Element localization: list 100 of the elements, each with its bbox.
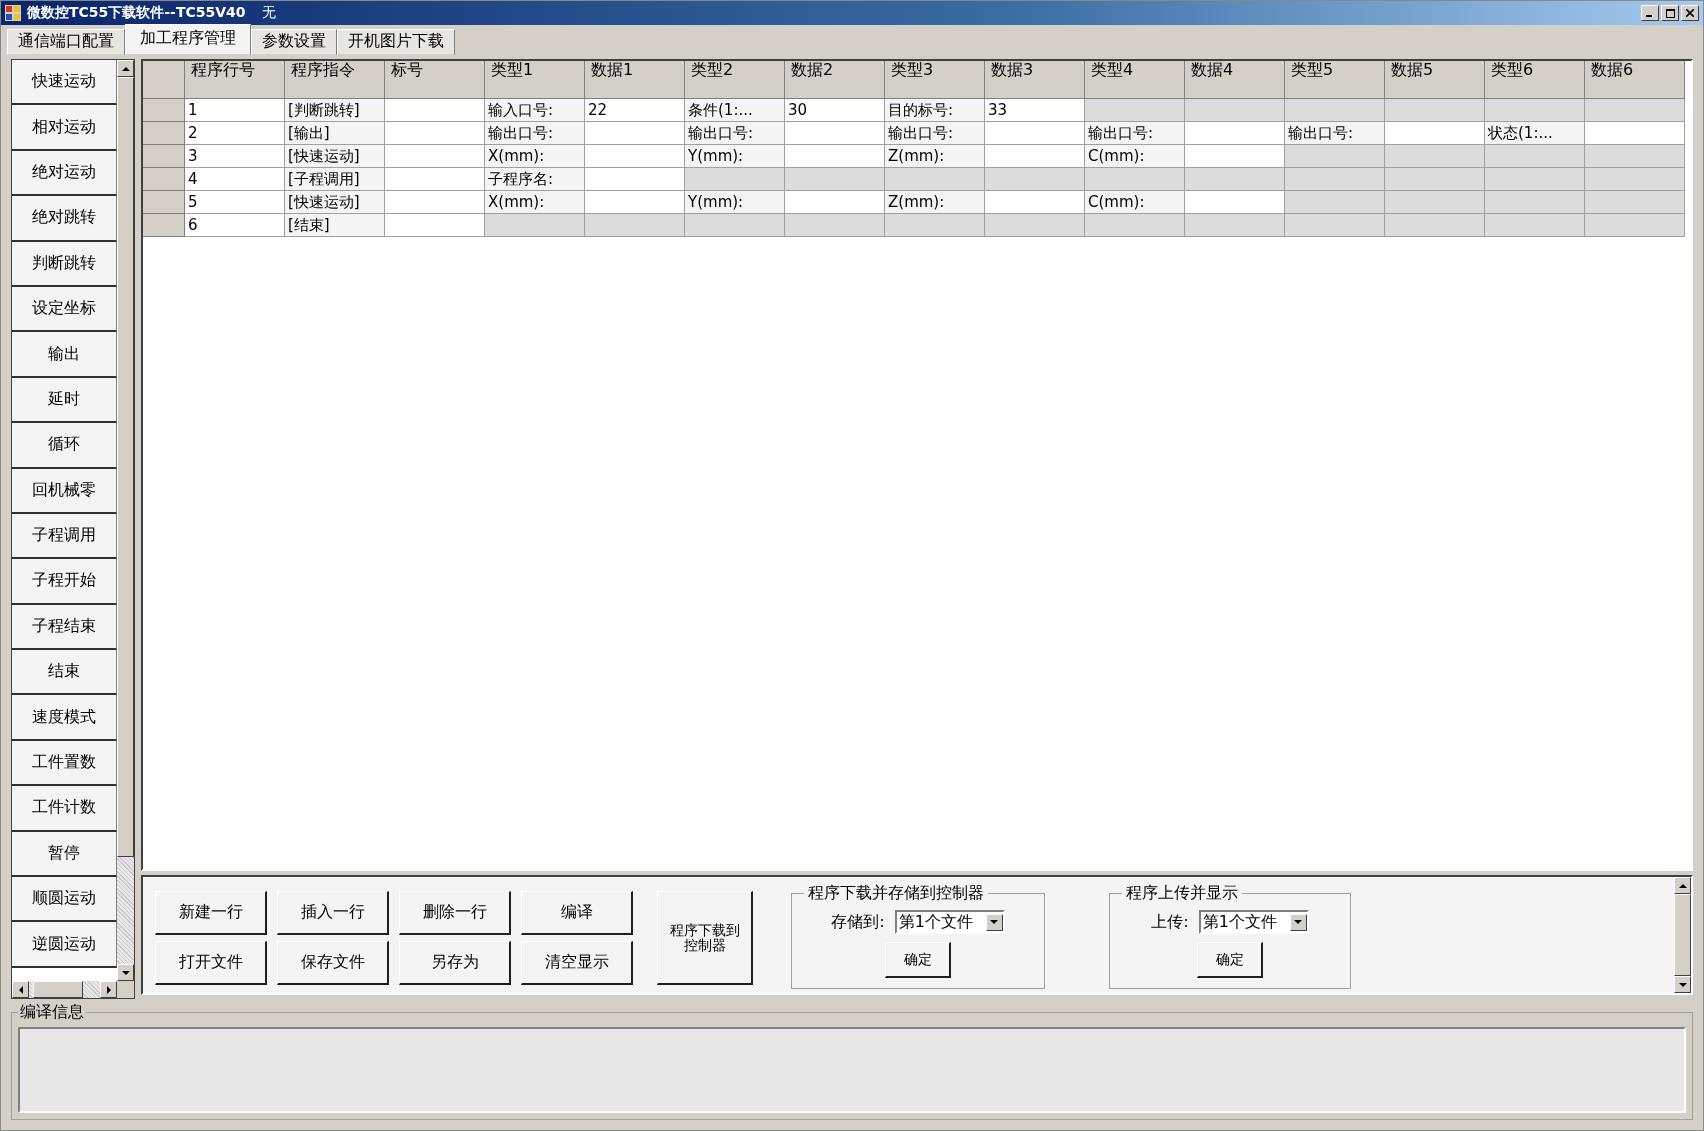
table-cell[interactable]: [1485, 168, 1585, 191]
table-cell[interactable]: 1: [185, 99, 285, 122]
table-cell[interactable]: [1185, 99, 1285, 122]
table-cell[interactable]: [585, 214, 685, 237]
table-cell[interactable]: [785, 145, 885, 168]
table-cell[interactable]: [985, 191, 1085, 214]
scroll-thumb[interactable]: [117, 77, 134, 857]
command-button[interactable]: 快速运动: [12, 60, 117, 106]
table-cell[interactable]: [1285, 191, 1385, 214]
table-cell[interactable]: [585, 168, 685, 191]
tab[interactable]: 通信端口配置: [7, 29, 125, 55]
table-cell[interactable]: 输出口号:: [1085, 122, 1185, 145]
row-header[interactable]: [143, 122, 185, 145]
table-cell[interactable]: 2: [185, 122, 285, 145]
table-cell[interactable]: [985, 145, 1085, 168]
table-cell[interactable]: Z(mm):: [885, 191, 985, 214]
table-cell[interactable]: Z(mm):: [885, 145, 985, 168]
table-cell[interactable]: [385, 191, 485, 214]
table-cell[interactable]: [385, 214, 485, 237]
tab[interactable]: 参数设置: [251, 29, 337, 55]
table-cell[interactable]: [585, 145, 685, 168]
table-cell[interactable]: [1485, 99, 1585, 122]
table-cell[interactable]: [1085, 168, 1185, 191]
table-cell[interactable]: 33: [985, 99, 1085, 122]
table-cell[interactable]: [1385, 191, 1485, 214]
command-button[interactable]: 子程调用: [12, 513, 117, 560]
table-cell[interactable]: [685, 214, 785, 237]
table-cell[interactable]: [输出]: [285, 122, 385, 145]
table-cell[interactable]: 目的标号:: [885, 99, 985, 122]
row-header[interactable]: [143, 99, 185, 122]
scroll-left-button[interactable]: [12, 981, 29, 998]
table-cell[interactable]: [快速运动]: [285, 191, 385, 214]
table-cell[interactable]: Y(mm):: [685, 145, 785, 168]
scroll-up-button[interactable]: [117, 60, 134, 77]
table-cell[interactable]: Y(mm):: [685, 191, 785, 214]
scroll-thumb[interactable]: [33, 981, 83, 998]
table-cell[interactable]: [1385, 168, 1485, 191]
command-button[interactable]: 工件置数: [12, 740, 117, 787]
table-cell[interactable]: [785, 122, 885, 145]
command-button[interactable]: 子程开始: [12, 559, 117, 605]
maximize-button[interactable]: [1661, 5, 1679, 21]
command-button[interactable]: 输出: [12, 332, 117, 378]
minimize-button[interactable]: [1641, 5, 1659, 21]
table-cell[interactable]: 输出口号:: [885, 122, 985, 145]
confirm-button[interactable]: 确定: [885, 942, 951, 978]
table-cell[interactable]: 4: [185, 168, 285, 191]
action-button[interactable]: 删除一行: [399, 891, 511, 935]
command-button[interactable]: 设定坐标: [12, 286, 117, 333]
command-button[interactable]: 顺圆运动: [12, 877, 117, 923]
table-cell[interactable]: [1585, 191, 1685, 214]
table-cell[interactable]: [1185, 214, 1285, 237]
command-button[interactable]: 结束: [12, 650, 117, 696]
table-cell[interactable]: [1585, 99, 1685, 122]
command-button[interactable]: 相对运动: [12, 105, 117, 151]
table-cell[interactable]: [1085, 214, 1185, 237]
table-cell[interactable]: [985, 214, 1085, 237]
action-button[interactable]: 保存文件: [277, 941, 389, 985]
table-cell[interactable]: 6: [185, 214, 285, 237]
action-button[interactable]: 清空显示: [521, 941, 633, 985]
table-cell[interactable]: [1285, 214, 1385, 237]
row-header[interactable]: [143, 191, 185, 214]
table-cell[interactable]: [子程调用]: [285, 168, 385, 191]
command-button[interactable]: 速度模式: [12, 695, 117, 741]
table-cell[interactable]: [1185, 145, 1285, 168]
close-button[interactable]: [1681, 5, 1699, 21]
scroll-up-button[interactable]: [1674, 877, 1691, 894]
tab[interactable]: 开机图片下载: [337, 29, 455, 55]
table-cell[interactable]: 输入口号:: [485, 99, 585, 122]
action-button[interactable]: 编译: [521, 891, 633, 935]
action-button[interactable]: 另存为: [399, 941, 511, 985]
table-cell[interactable]: 输出口号:: [1285, 122, 1385, 145]
table-cell[interactable]: 状态(1:...: [1485, 122, 1585, 145]
table-cell[interactable]: 22: [585, 99, 685, 122]
command-button[interactable]: 逆圆运动: [12, 922, 117, 968]
table-cell[interactable]: 3: [185, 145, 285, 168]
command-button[interactable]: 判断跳转: [12, 241, 117, 287]
table-cell[interactable]: [1285, 99, 1385, 122]
table-cell[interactable]: [1185, 122, 1285, 145]
scroll-down-button[interactable]: [1674, 976, 1691, 993]
scroll-thumb[interactable]: [1674, 894, 1691, 976]
table-cell[interactable]: [1485, 191, 1585, 214]
table-cell[interactable]: [385, 99, 485, 122]
table-cell[interactable]: [1185, 191, 1285, 214]
table-cell[interactable]: [1485, 145, 1585, 168]
table-cell[interactable]: [1385, 145, 1485, 168]
row-header[interactable]: [143, 168, 185, 191]
table-cell[interactable]: [385, 168, 485, 191]
confirm-button[interactable]: 确定: [1197, 942, 1263, 978]
table-cell[interactable]: [485, 214, 585, 237]
table-cell[interactable]: [1385, 99, 1485, 122]
download-button[interactable]: 程序下载到控制器: [657, 891, 753, 985]
table-cell[interactable]: [985, 122, 1085, 145]
action-button[interactable]: 插入一行: [277, 891, 389, 935]
table-cell[interactable]: [结束]: [285, 214, 385, 237]
table-cell[interactable]: [785, 214, 885, 237]
table-cell[interactable]: [1385, 122, 1485, 145]
table-cell[interactable]: 输出口号:: [485, 122, 585, 145]
table-cell[interactable]: [1585, 168, 1685, 191]
command-button[interactable]: 回机械零: [12, 468, 117, 514]
scroll-right-button[interactable]: [100, 981, 117, 998]
